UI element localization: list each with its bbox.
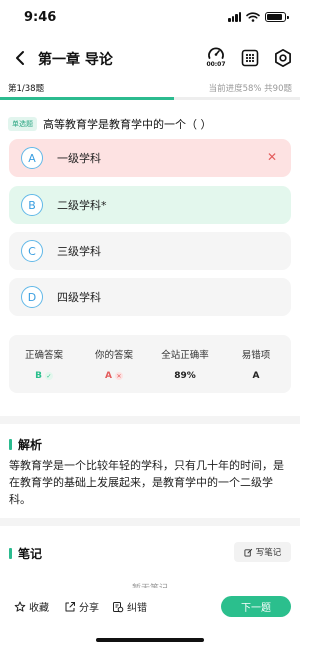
analysis-heading: 解析 [9, 436, 42, 453]
timer-button[interactable]: 00:07 [204, 45, 228, 75]
option-letter: A [21, 147, 43, 169]
progress-summary: 当前进度58% 共90题 [208, 84, 292, 94]
status-time: 9:46 [24, 10, 57, 25]
settings-icon[interactable] [273, 48, 293, 68]
notes-heading: 笔记 [9, 545, 42, 562]
correct-answer-value: B [35, 371, 42, 381]
nav-bar: 第一章 导论 00:07 [0, 40, 300, 78]
status-bar: 9:46 [0, 0, 300, 36]
progress-row: 第1/38题 当前进度58% 共90题 [0, 80, 300, 102]
check-icon: ✓ [44, 372, 53, 380]
option-letter: C [21, 240, 43, 262]
your-answer-value: A [105, 371, 112, 381]
bottom-bar: 收藏 分享 纠错 下一题 [0, 588, 300, 649]
home-indicator [96, 638, 204, 642]
option-text: 一级学科 [57, 152, 101, 165]
stat-your-answer: 你的答案 A ✕ [79, 347, 149, 381]
heading-accent-bar [9, 548, 12, 559]
stat-label: 易错项 [241, 350, 271, 361]
wifi-icon [246, 12, 260, 22]
share-button[interactable]: 分享 [64, 599, 99, 614]
accuracy-value: 89% [174, 371, 196, 381]
write-note-button[interactable]: 写笔记 [234, 542, 291, 562]
share-label: 分享 [79, 603, 99, 614]
cross-icon: ✕ [114, 372, 123, 380]
stat-label: 正确答案 [24, 350, 63, 361]
question-type-badge: 单选题 [8, 117, 37, 131]
question-text: 高等教育学是教育学中的一个（ ） [43, 118, 212, 131]
option-text: 四级学科 [57, 291, 101, 304]
report-error-button[interactable]: 纠错 [112, 599, 147, 614]
option-c[interactable]: C 三级学科 [9, 232, 291, 270]
progress-bar [0, 97, 300, 100]
back-button[interactable] [10, 48, 30, 68]
status-icons [228, 12, 289, 22]
share-icon [65, 601, 75, 611]
notes-title: 笔记 [18, 547, 43, 561]
option-b[interactable]: B 二级学科* [9, 186, 291, 224]
timer-icon [208, 47, 224, 59]
report-icon [113, 601, 124, 612]
stat-value: A ✕ [79, 371, 149, 381]
option-text: 二级学科* [57, 199, 107, 212]
signal-icon [228, 12, 241, 22]
chevron-left-icon [16, 51, 24, 65]
edit-icon [244, 548, 252, 557]
page-title: 第一章 导论 [38, 52, 113, 68]
stat-accuracy: 全站正确率 89% [150, 347, 220, 381]
stat-correct-answer: 正确答案 B ✓ [9, 347, 79, 381]
option-d[interactable]: D 四级学科 [9, 278, 291, 316]
wrong-x-icon: ✕ [266, 150, 277, 164]
answer-stats: 正确答案 B ✓ 你的答案 A ✕ 全站正确率 89% 易错项 A [9, 335, 291, 393]
timer-text: 00:07 [206, 61, 226, 68]
option-text: 三级学科 [57, 245, 101, 258]
analysis-title: 解析 [18, 438, 43, 452]
stat-common-wrong: 易错项 A [221, 347, 291, 381]
common-wrong-value: A [252, 371, 260, 381]
progress-bar-fill [0, 97, 174, 100]
analysis-text: 等教育学是一个比较年轻的学科，只有几十年的时间，是在教育学的基础上发展起来，是教… [9, 459, 284, 506]
report-label: 纠错 [127, 603, 147, 614]
section-divider [0, 518, 300, 526]
question-index: 第1/38题 [8, 84, 45, 94]
answer-grid-icon[interactable] [241, 49, 259, 67]
favorite-button[interactable]: 收藏 [14, 599, 49, 614]
star-icon [14, 601, 26, 612]
heading-accent-bar [9, 439, 12, 450]
question: 单选题 高等教育学是教育学中的一个（ ） [8, 116, 294, 132]
option-a[interactable]: A 一级学科 ✕ [9, 139, 291, 177]
section-divider [0, 416, 300, 424]
write-note-label: 写笔记 [255, 548, 282, 558]
stat-label: 全站正确率 [161, 350, 209, 361]
next-question-button[interactable]: 下一题 [221, 596, 291, 617]
option-letter: B [21, 194, 43, 216]
battery-icon [265, 12, 289, 22]
stat-value: B ✓ [9, 371, 79, 381]
favorite-label: 收藏 [29, 603, 49, 614]
stat-label: 你的答案 [94, 350, 133, 361]
option-letter: D [21, 286, 43, 308]
